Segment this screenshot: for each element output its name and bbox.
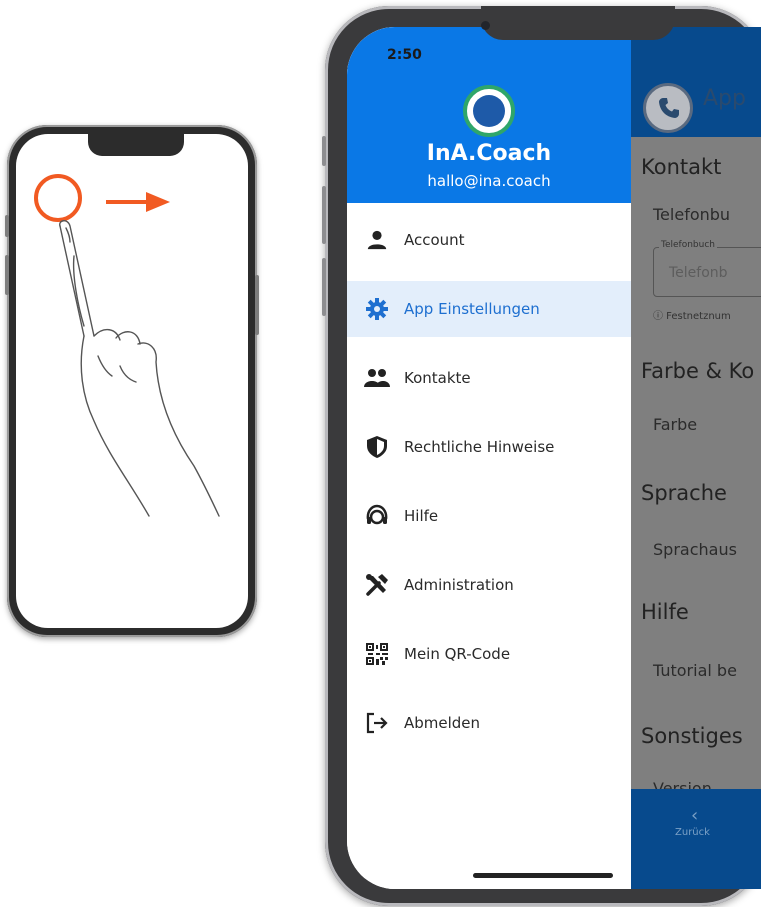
touch-point-icon (34, 174, 82, 222)
phone-side-button (255, 275, 259, 335)
menu-label-account: Account (404, 231, 465, 249)
section-farbe: Farbe & Ko (641, 359, 755, 383)
section-kontakt: Kontakt (641, 155, 722, 179)
navigation-drawer: 2:50 InA.Coach hallo@ina.coach Account A… (347, 27, 631, 889)
home-indicator[interactable] (473, 873, 613, 878)
section-sonstiges: Sonstiges (641, 724, 743, 748)
phone-icon (643, 83, 693, 133)
menu-item-kontakte[interactable]: Kontakte (347, 350, 631, 406)
menu-item-rechtliche-hinweise[interactable]: Rechtliche Hinweise (347, 419, 631, 475)
menu-item-hilfe[interactable]: Hilfe (347, 488, 631, 544)
logout-icon (363, 709, 391, 737)
camera-icon (481, 21, 490, 30)
tutorial-setting[interactable]: Tutorial be (653, 661, 737, 680)
status-time: 2:50 (387, 47, 422, 63)
menu-label-mein-qr-code: Mein QR-Code (404, 645, 511, 663)
section-sprache: Sprache (641, 481, 727, 505)
menu-label-kontakte: Kontakte (404, 369, 471, 387)
qr-code-icon (363, 640, 391, 668)
brand-name: InA.Coach (426, 141, 552, 166)
app-settings-page-dimmed[interactable]: App Kontakt Telefonbu Telefonbuch Telefo… (631, 27, 761, 889)
main-phone-frame: App Kontakt Telefonbu Telefonbuch Telefo… (322, 6, 761, 906)
phone-side-button (5, 255, 9, 295)
menu-label-app-einstellungen: App Einstellungen (404, 300, 540, 318)
menu-label-hilfe: Hilfe (404, 507, 439, 525)
back-label: Zurück (675, 827, 710, 838)
menu-item-mein-qr-code[interactable]: Mein QR-Code (347, 626, 631, 682)
field-hint: ⓘ Festnetznum (653, 311, 731, 322)
menu-item-app-einstellungen[interactable]: App Einstellungen (347, 281, 631, 337)
menu-item-administration[interactable]: Administration (347, 557, 631, 613)
phone-notch (481, 6, 675, 40)
support-icon (363, 502, 391, 530)
people-icon (363, 364, 391, 392)
tools-icon (363, 571, 391, 599)
menu-label-administration: Administration (404, 576, 514, 594)
gesture-phone-screen (16, 134, 248, 628)
hand-pointer-icon (59, 220, 220, 517)
telefonbuch-field-label: Telefonbuch (659, 240, 717, 250)
telefonbuch-field-placeholder: Telefonb (669, 265, 728, 281)
app-logo-icon (463, 85, 515, 137)
gear-icon (363, 295, 391, 323)
phone-side-button (5, 215, 9, 237)
menu-item-abmelden[interactable]: Abmelden (347, 695, 631, 751)
person-icon (363, 226, 391, 254)
gesture-phone-illustration (5, 125, 259, 637)
sprache-setting[interactable]: Sprachaus (653, 540, 737, 559)
phone-side-button (322, 136, 326, 166)
drawer-header: 2:50 InA.Coach hallo@ina.coach (347, 27, 631, 203)
phone-screen: App Kontakt Telefonbu Telefonbuch Telefo… (347, 27, 761, 889)
app-header: App (631, 27, 761, 137)
shield-icon (363, 433, 391, 461)
farbe-setting[interactable]: Farbe (653, 415, 697, 434)
user-email: hallo@ina.coach (427, 172, 551, 190)
section-hilfe: Hilfe (641, 600, 689, 624)
menu-label-abmelden: Abmelden (404, 714, 481, 732)
telefon-label: Telefonbu (653, 205, 731, 224)
phone-notch (88, 134, 184, 156)
phone-side-button (322, 186, 326, 244)
phone-side-button (322, 258, 326, 316)
menu-label-rechtliche-hinweise: Rechtliche Hinweise (404, 438, 555, 456)
back-bar[interactable]: ‹ Zurück (631, 789, 761, 889)
app-title: App (703, 86, 746, 111)
swipe-right-arrow-icon (106, 192, 170, 212)
menu-item-account[interactable]: Account (347, 212, 631, 268)
chevron-left-icon: ‹ (691, 805, 699, 826)
